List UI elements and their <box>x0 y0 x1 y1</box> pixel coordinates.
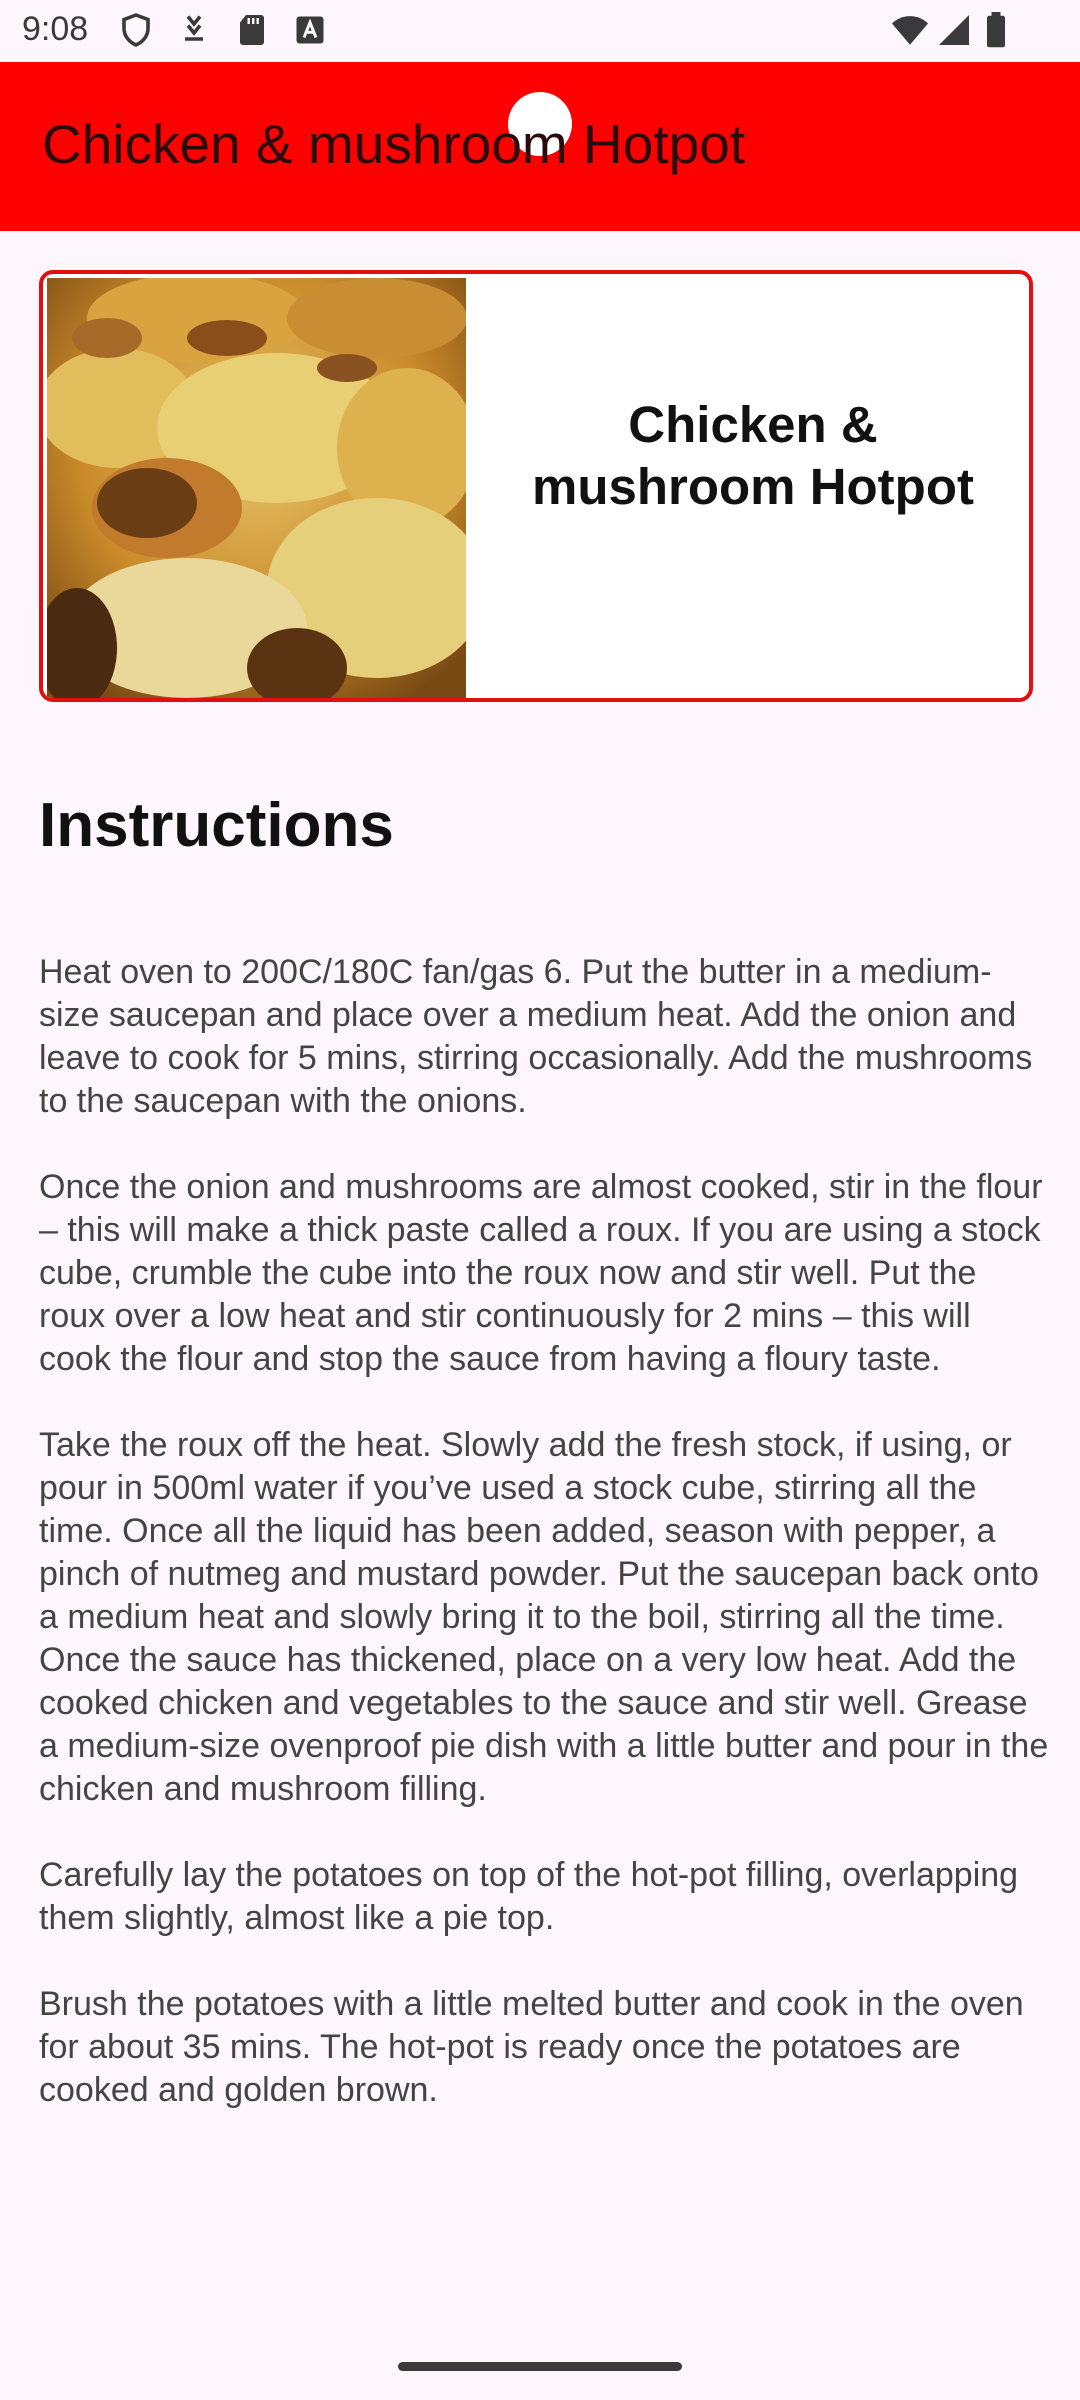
wifi-icon <box>890 12 930 48</box>
instructions-heading: Instructions <box>39 791 394 860</box>
home-indicator[interactable] <box>398 2362 682 2371</box>
instruction-paragraph: Brush the potatoes with a little melted … <box>39 1985 1024 2109</box>
recipe-image <box>47 278 466 698</box>
sd-card-icon <box>234 12 270 48</box>
download-icon <box>176 12 212 48</box>
app-title: Chicken & mushroom Hotpot <box>42 113 746 175</box>
battery-icon <box>984 12 1008 48</box>
shield-icon <box>118 12 154 48</box>
recipe-name: Chicken & mushroom Hotpot <box>532 396 974 515</box>
app-bar: Chicken & mushroom Hotpot <box>0 62 1080 231</box>
signal-icon <box>936 12 972 48</box>
status-bar: 9:08 <box>0 0 1080 62</box>
instruction-paragraph: Heat oven to 200C/180C fan/gas 6. Put th… <box>39 953 1033 1120</box>
instruction-paragraph: Once the onion and mushrooms are almost … <box>39 1168 1043 1378</box>
instruction-paragraph: Carefully lay the potatoes on top of the… <box>39 1856 1019 1937</box>
screen: 9:08 Chicken & mushroom Hotpot Chicken &… <box>0 0 1080 2400</box>
recipe-card[interactable]: Chicken & mushroom Hotpot <box>39 270 1033 702</box>
instruction-paragraph: Take the roux off the heat. Slowly add t… <box>39 1426 1049 1808</box>
status-time: 9:08 <box>22 10 89 48</box>
text-icon <box>292 12 328 48</box>
instructions-body: Heat oven to 200C/180C fan/gas 6. Put th… <box>39 951 1049 2155</box>
